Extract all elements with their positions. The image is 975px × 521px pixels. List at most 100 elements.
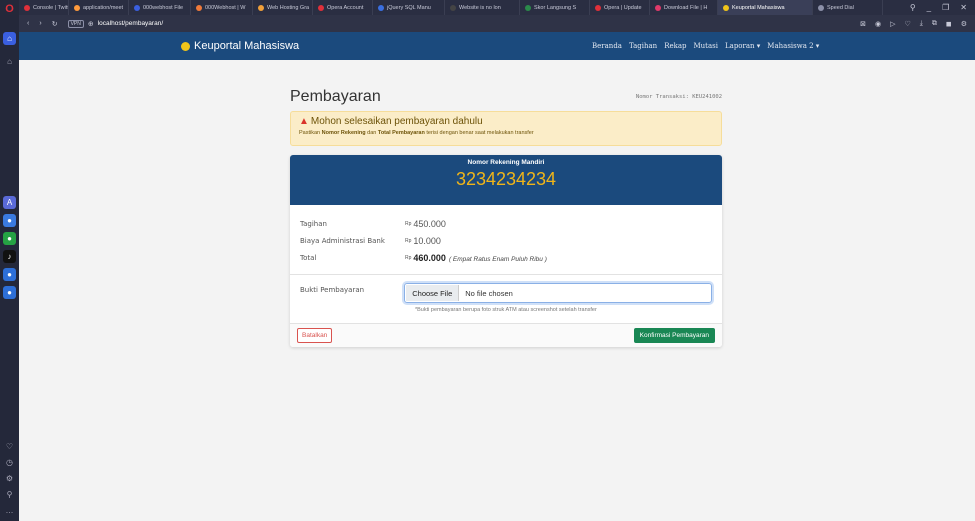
reload-icon[interactable]: ↻ [52, 20, 58, 28]
heart-icon[interactable]: ♡ [3, 440, 16, 453]
tab-label: Opera | Update [604, 4, 642, 11]
pin-icon[interactable]: ⚲ [3, 488, 16, 501]
workspace-icon[interactable]: ⌂ [3, 55, 16, 68]
download-icon[interactable]: ⤓ [920, 20, 923, 28]
alert-title-text: Mohon selesaikan pembayaran dahulu [310, 116, 483, 127]
camera-icon[interactable]: ◉ [875, 20, 881, 28]
upload-row: Bukti Pembayaran Choose File No file cho… [300, 275, 712, 303]
site-info-icon[interactable]: ⊕ [88, 20, 94, 28]
extensions-icon[interactable]: ⧉ [932, 20, 937, 28]
browser-tab[interactable]: Website is no lon [445, 0, 520, 15]
history-icon[interactable]: ◷ [3, 456, 16, 469]
back-icon[interactable]: ‹ [27, 20, 29, 27]
messenger-icon[interactable]: ● [3, 214, 16, 227]
detail-value: Rp 460.000( Empat Ratus Enam Puluh Ribu ) [405, 253, 547, 263]
tab-label: 000webhost File [143, 4, 184, 11]
browser-tab[interactable]: Opera Account [313, 0, 373, 15]
page-title: Pembayaran [290, 88, 381, 105]
tab-favicon-icon [525, 4, 531, 11]
tab-favicon-icon [134, 4, 140, 11]
file-status: No file chosen [465, 288, 513, 298]
browser-tab[interactable]: Keuportal Mahasiswa [718, 0, 813, 15]
detail-label: Total [300, 253, 317, 262]
snapshot-icon[interactable]: ⊠ [860, 20, 866, 28]
restore-icon[interactable]: ❐ [942, 3, 949, 12]
aria-icon[interactable]: A [3, 196, 16, 209]
tab-label: application/meet [83, 4, 124, 11]
heart-icon[interactable]: ♡ [905, 20, 911, 28]
tab-favicon-icon [24, 4, 30, 11]
browser-tab[interactable]: Web Hosting Gra [253, 0, 313, 15]
search-tabs-icon[interactable]: ⚲ [910, 3, 916, 12]
alert-text-mid: dan [365, 130, 378, 136]
transaction-number: Nomor Transaksi: KEU241002 [635, 94, 722, 100]
close-icon[interactable]: ✕ [960, 3, 967, 12]
alert-title: ▲ Mohon selesaikan pembayaran dahulu [299, 116, 713, 127]
window-controls: ⚲ _ ❐ ✕ [910, 3, 975, 12]
url-field[interactable]: localhost/pembayaran/ [98, 20, 163, 27]
tab-label: jQuery SQL Manu [387, 4, 431, 11]
detail-row-tagihan: Tagihan Rp 450.000 [300, 215, 712, 232]
confirm-payment-button[interactable]: Konfirmasi Pembayaran [633, 328, 715, 343]
nav-mutasi[interactable]: Mutasi [694, 42, 719, 50]
tab-label: Web Hosting Gra [267, 4, 310, 11]
warning-icon: ▲ [299, 116, 309, 127]
amount: 10.000 [413, 235, 441, 246]
tab-label: Opera Account [327, 4, 364, 11]
alert-text-bold-total: Total Pembayaran [377, 130, 425, 136]
browser-tab[interactable]: 000Webhost | W [191, 0, 253, 15]
instagram-icon[interactable]: ● [3, 268, 16, 281]
nav-laporan-dropdown[interactable]: Laporan ▾ [725, 42, 760, 50]
tab-bar: Console | Twitter application/meet 000webh… [19, 0, 975, 15]
payment-container: Pembayaran Nomor Transaksi: KEU241002 ▲ … [290, 84, 722, 347]
browser-tab[interactable]: Opera | Update [590, 0, 650, 15]
nav-tagihan[interactable]: Tagihan [629, 42, 657, 50]
forward-icon[interactable]: › [39, 20, 41, 27]
cancel-button[interactable]: Batalkan [297, 328, 333, 343]
brand-label: Keuportal Mahasiswa [194, 40, 300, 52]
browser-tab[interactable]: 000webhost File [129, 0, 191, 15]
browser-tab[interactable]: Download File | H [650, 0, 718, 15]
nav-user-dropdown[interactable]: Mahasiswa 2 ▾ [767, 42, 819, 50]
account-number: 3234234234 [455, 169, 557, 189]
browser-tab[interactable]: Skor Langsung S [520, 0, 590, 15]
upload-label: Bukti Pembayaran [300, 286, 365, 294]
more-icon[interactable]: … [3, 504, 16, 517]
settings-icon[interactable]: ⚙ [3, 472, 16, 485]
tab-label: Website is no lon [459, 4, 501, 11]
vpn-badge[interactable]: VPN [67, 19, 84, 28]
minimize-icon[interactable]: _ [927, 3, 931, 12]
total-in-words: ( Empat Ratus Enam Puluh Ribu ) [448, 255, 547, 263]
proof-file-input[interactable]: Choose File No file chosen [404, 283, 712, 303]
whatsapp-icon[interactable]: ● [3, 232, 16, 245]
browser-tab[interactable]: Console | Twitter [19, 0, 69, 15]
tab-favicon-icon [318, 4, 324, 11]
brand[interactable]: Keuportal Mahasiswa [181, 40, 299, 52]
player-icon[interactable]: ▷ [890, 20, 895, 28]
nav-beranda[interactable]: Beranda [592, 42, 622, 50]
page-header: Pembayaran Nomor Transaksi: KEU241002 [290, 84, 722, 106]
browser-tab[interactable]: jQuery SQL Manu [373, 0, 445, 15]
opera-logo-icon[interactable]: O [3, 2, 16, 15]
total-amount: 460.000 [413, 252, 446, 263]
tab-label: Keuportal Mahasiswa [732, 4, 785, 11]
home-icon[interactable]: ⌂ [3, 32, 16, 45]
tab-label: Speed Dial [827, 4, 854, 11]
nav-rekap[interactable]: Rekap [664, 42, 686, 50]
account-label: Nomor Rekening Mandiri [467, 159, 545, 166]
alert-text-pre: Pastikan [299, 130, 322, 136]
telegram-icon[interactable]: ● [3, 286, 16, 299]
detail-label: Tagihan [300, 219, 327, 228]
warning-alert: ▲ Mohon selesaikan pembayaran dahulu Pas… [290, 111, 722, 146]
browser-tab[interactable]: application/meet [69, 0, 129, 15]
tab-favicon-icon [450, 4, 456, 11]
browser-tab[interactable]: Speed Dial [813, 0, 883, 15]
tab-favicon-icon [378, 4, 384, 11]
tab-label: Skor Langsung S [534, 4, 577, 11]
tiktok-icon[interactable]: ♪ [3, 250, 16, 263]
settings-icon[interactable]: ⚙ [961, 20, 967, 28]
profile-icon[interactable]: ◼ [946, 20, 952, 28]
tab-label: 000Webhost | W [205, 4, 246, 11]
web-page: Keuportal Mahasiswa Beranda Tagihan Reka… [19, 32, 975, 521]
choose-file-button[interactable]: Choose File [406, 285, 460, 301]
